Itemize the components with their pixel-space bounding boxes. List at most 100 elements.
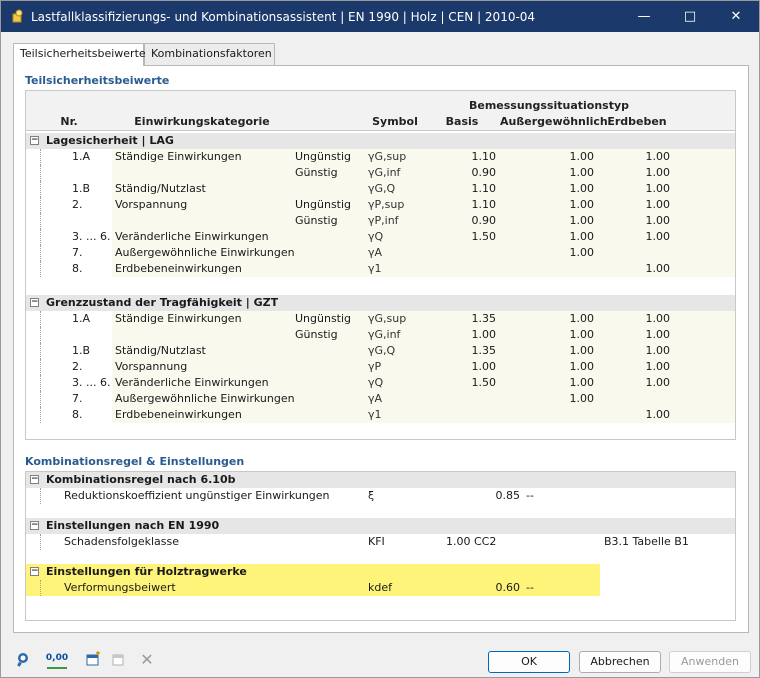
cell-basis[interactable]: 1.35 xyxy=(424,344,497,357)
cell-erdbeben[interactable]: 1.00 xyxy=(600,214,671,227)
table-row[interactable]: Günstig γP,inf 0.90 1.00 1.00 xyxy=(26,213,735,229)
tree-line xyxy=(40,407,41,423)
cell-wirkung: Ungünstig xyxy=(295,150,352,163)
cell-basis[interactable]: 1.00 xyxy=(424,360,497,373)
cell-erdbeben[interactable]: 1.00 xyxy=(600,344,671,357)
tree-line xyxy=(40,343,41,359)
collapse-icon[interactable]: − xyxy=(30,298,39,307)
group-title: Grenzzustand der Tragfähigkeit | GZT xyxy=(46,296,279,309)
table-row[interactable]: Günstig γG,inf 0.90 1.00 1.00 xyxy=(26,165,735,181)
cell-basis[interactable]: 1.10 xyxy=(424,150,497,163)
setting-value[interactable]: 0.85 xyxy=(446,489,521,502)
table-row[interactable]: Günstig γG,inf 1.00 1.00 1.00 xyxy=(26,327,735,343)
close-icon[interactable]: ✕ xyxy=(713,1,759,32)
bottom-toolbar: 0,00 ✕ OK Abbrechen Anwenden xyxy=(1,641,759,677)
cell-kategorie: Erdbebeneinwirkungen xyxy=(115,408,242,421)
settings-group-title: Kombinationsregel nach 6.10b xyxy=(46,473,236,486)
setting-value[interactable]: 0.60 xyxy=(446,581,521,594)
table-row[interactable]: 3. ... 6. Veränderliche Einwirkungen γQ 1.5… xyxy=(26,375,735,391)
maximize-icon[interactable]: □ xyxy=(667,1,713,32)
cell-basis[interactable]: 1.50 xyxy=(424,376,497,389)
table-row[interactable]: 1.A Ständige Einwirkungen Ungünstig γG,sup 1… xyxy=(26,311,735,327)
cell-kategorie: Ständig/Nutzlast xyxy=(115,344,206,357)
tab-teilsicherheitsbeiwerte[interactable]: Teilsicherheitsbeiwerte xyxy=(13,43,146,66)
cell-erdbeben[interactable]: 1.00 xyxy=(600,230,671,243)
settings-row[interactable]: Reduktionskoeffizient ungünstiger Einwir… xyxy=(26,488,735,504)
table-row[interactable]: 1.B Ständig/Nutzlast γG,Q 1.35 1.00 1.00 xyxy=(26,343,735,359)
cell-erdbeben[interactable]: 1.00 xyxy=(600,182,671,195)
decimal-places-icon[interactable]: 0,00 xyxy=(46,649,68,669)
cell-ausser[interactable]: 1.00 xyxy=(500,344,595,357)
cell-ausser[interactable]: 1.00 xyxy=(500,328,595,341)
cell-ausser[interactable]: 1.00 xyxy=(500,312,595,325)
tab-kombinationsfaktoren[interactable]: Kombinationsfaktoren xyxy=(144,43,275,65)
cell-erdbeben[interactable]: 1.00 xyxy=(600,408,671,421)
collapse-icon[interactable]: − xyxy=(30,475,39,484)
table-row[interactable]: 8. Erdbebeneinwirkungen γ1 1.00 xyxy=(26,407,735,423)
cell-nr: 1.B xyxy=(72,344,91,357)
cell-erdbeben[interactable]: 1.00 xyxy=(600,166,671,179)
table-row[interactable]: 1.B Ständig/Nutzlast γG,Q 1.10 1.00 1.00 xyxy=(26,181,735,197)
cell-nr: 1.B xyxy=(72,182,91,195)
table-row[interactable]: 8. Erdbebeneinwirkungen γ1 1.00 xyxy=(26,261,735,277)
collapse-icon[interactable]: − xyxy=(30,136,39,145)
table-row[interactable]: 2. Vorspannung Ungünstig γP,sup 1.10 1.00 1.00 xyxy=(26,197,735,213)
cell-erdbeben[interactable]: 1.00 xyxy=(600,198,671,211)
col-symbol: Symbol xyxy=(372,115,418,128)
collapse-icon[interactable]: − xyxy=(30,521,39,530)
cell-erdbeben[interactable]: 1.00 xyxy=(600,360,671,373)
cell-erdbeben[interactable]: 1.00 xyxy=(600,376,671,389)
cell-basis[interactable]: 1.00 xyxy=(424,328,497,341)
cell-erdbeben[interactable]: 1.00 xyxy=(600,150,671,163)
table-row[interactable]: 2. Vorspannung γP 1.00 1.00 1.00 xyxy=(26,359,735,375)
cell-kategorie: Außergewöhnliche Einwirkungen xyxy=(115,392,295,405)
cell-ausser[interactable]: 1.00 xyxy=(500,376,595,389)
cell-ausser[interactable]: 1.00 xyxy=(500,230,595,243)
cell-symbol: γQ xyxy=(368,230,384,243)
settings-row[interactable]: Schadensfolgeklasse KFI 1.00 CC2 B3.1 Tabel… xyxy=(26,534,735,550)
table-row[interactable]: 7. Außergewöhnliche Einwirkungen γA 1.00 xyxy=(26,391,735,407)
cell-symbol: γG,Q xyxy=(368,182,396,195)
settings-row[interactable]: Verformungsbeiwert kdef 0.60 -- xyxy=(26,580,600,596)
cell-nr: 1.A xyxy=(72,312,91,325)
collapse-icon[interactable]: − xyxy=(30,567,39,576)
group-title: Lagesicherheit | LAG xyxy=(46,134,174,147)
window-title: Lastfallklassifizierungs- und Kombinatio… xyxy=(31,10,536,24)
cell-basis[interactable]: 0.90 xyxy=(424,214,497,227)
cell-kategorie: Ständig/Nutzlast xyxy=(115,182,206,195)
setting-value[interactable]: 1.00 CC2 xyxy=(446,535,496,548)
cell-nr: 2. xyxy=(72,198,83,211)
new-item-icon[interactable] xyxy=(83,649,103,669)
apply-button: Anwenden xyxy=(669,651,751,673)
table-row[interactable]: 7. Außergewöhnliche Einwirkungen γA 1.00 xyxy=(26,245,735,261)
cell-ausser[interactable]: 1.00 xyxy=(500,360,595,373)
cell-ausser[interactable]: 1.00 xyxy=(500,198,595,211)
cell-kategorie: Veränderliche Einwirkungen xyxy=(115,376,269,389)
col-kategorie: Einwirkungskategorie xyxy=(134,115,270,128)
table-row[interactable]: 1.A Ständige Einwirkungen Ungünstig γG,sup 1… xyxy=(26,149,735,165)
cancel-button[interactable]: Abbrechen xyxy=(579,651,661,673)
ok-button[interactable]: OK xyxy=(488,651,570,673)
cell-ausser[interactable]: 1.00 xyxy=(500,150,595,163)
tree-line xyxy=(40,213,41,229)
table-row[interactable]: 3. ... 6. Veränderliche Einwirkungen γQ 1.5… xyxy=(26,229,735,245)
cell-nr: 2. xyxy=(72,360,83,373)
cell-ausser[interactable]: 1.00 xyxy=(500,214,595,227)
psf-section-title: Teilsicherheitsbeiwerte xyxy=(25,74,170,87)
search-icon[interactable] xyxy=(13,649,33,669)
cell-erdbeben[interactable]: 1.00 xyxy=(600,328,671,341)
cell-erdbeben[interactable]: 1.00 xyxy=(600,312,671,325)
cell-ausser[interactable]: 1.00 xyxy=(500,392,595,405)
minimize-icon[interactable]: — xyxy=(621,1,667,32)
cell-basis[interactable]: 0.90 xyxy=(424,166,497,179)
tree-line xyxy=(40,245,41,261)
cell-basis[interactable]: 1.10 xyxy=(424,182,497,195)
cell-basis[interactable]: 1.50 xyxy=(424,230,497,243)
cell-erdbeben[interactable]: 1.00 xyxy=(600,262,671,275)
cell-basis[interactable]: 1.10 xyxy=(424,198,497,211)
cell-ausser[interactable]: 1.00 xyxy=(500,166,595,179)
cell-basis[interactable]: 1.35 xyxy=(424,312,497,325)
group-row: − Lagesicherheit | LAG xyxy=(26,133,735,149)
cell-ausser[interactable]: 1.00 xyxy=(500,182,595,195)
cell-ausser[interactable]: 1.00 xyxy=(500,246,595,259)
